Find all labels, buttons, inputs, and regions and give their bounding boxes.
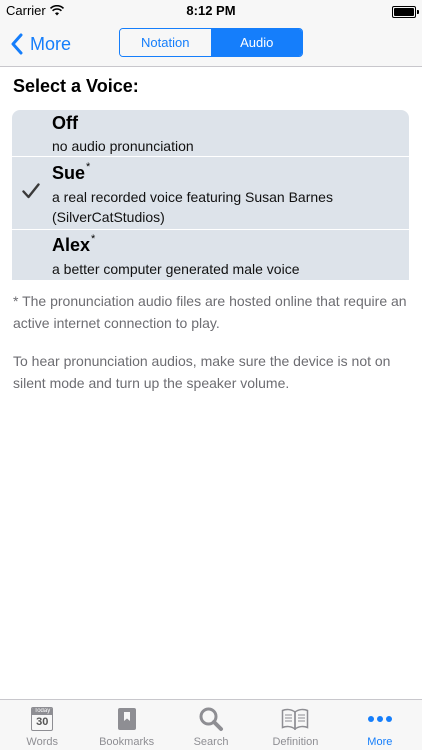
- online-audio-note: * The pronunciation audio files are host…: [13, 293, 407, 331]
- tab-definition[interactable]: Definition: [253, 700, 337, 750]
- tab-bar: Today 30 Words Bookmarks Search Definiti…: [0, 699, 422, 750]
- voice-description: no audio pronunciation: [52, 138, 194, 154]
- tab-search[interactable]: Search: [169, 700, 253, 750]
- bookmark-icon: [113, 706, 141, 732]
- calendar-today-icon: Today 30: [28, 706, 56, 732]
- voice-name: Off: [52, 113, 79, 134]
- section-title: Select a Voice:: [13, 76, 139, 96]
- voice-name-text: Alex: [52, 235, 91, 255]
- voice-name-text: Off: [52, 113, 78, 133]
- status-bar: Carrier 8:12 PM: [0, 0, 422, 22]
- voice-list: Off no audio pronunciation Sue* a real r…: [12, 110, 409, 280]
- calendar-header: Today: [32, 708, 53, 715]
- notation-audio-segmented-control: Notation Audio: [119, 28, 303, 57]
- voice-description: a better computer generated male voice: [52, 261, 300, 277]
- tab-words[interactable]: Today 30 Words: [0, 700, 84, 750]
- segment-audio[interactable]: Audio: [211, 29, 302, 56]
- tab-label: Words: [26, 736, 58, 748]
- tab-more[interactable]: More: [338, 700, 422, 750]
- back-button[interactable]: More: [10, 31, 71, 57]
- battery-icon: [392, 6, 419, 18]
- status-time: 8:12 PM: [186, 3, 236, 18]
- voice-name-text: Sue: [52, 163, 86, 183]
- voice-option-alex[interactable]: Alex* a better computer generated male v…: [12, 230, 409, 280]
- chevron-left-icon: [11, 33, 23, 55]
- segment-notation[interactable]: Notation: [120, 29, 212, 56]
- tab-label: More: [367, 736, 393, 748]
- voice-asterisk: *: [91, 233, 96, 245]
- voice-option-off[interactable]: Off no audio pronunciation: [12, 110, 409, 157]
- tab-label: Search: [193, 736, 229, 748]
- open-book-icon: [281, 706, 309, 732]
- calendar-box: Today 30: [31, 707, 54, 731]
- tab-label: Bookmarks: [99, 736, 155, 748]
- back-label: More: [30, 33, 72, 54]
- voice-name: Alex*: [52, 233, 96, 256]
- volume-note: To hear pronunciation audios, make sure …: [13, 353, 391, 391]
- calendar-day: 30: [36, 716, 49, 728]
- search-icon: [197, 706, 225, 732]
- more-dots-icon: [366, 706, 394, 732]
- voice-asterisk: *: [86, 161, 91, 173]
- tab-bookmarks[interactable]: Bookmarks: [84, 700, 168, 750]
- voice-name: Sue*: [52, 161, 91, 184]
- voice-option-sue[interactable]: Sue* a real recorded voice featuring Sus…: [12, 157, 409, 230]
- tab-label: Definition: [272, 736, 319, 748]
- checkmark-icon: [22, 183, 40, 199]
- voice-description: a real recorded voice featuring Susan Ba…: [52, 189, 333, 225]
- navigation-bar: More Notation Audio: [0, 22, 422, 67]
